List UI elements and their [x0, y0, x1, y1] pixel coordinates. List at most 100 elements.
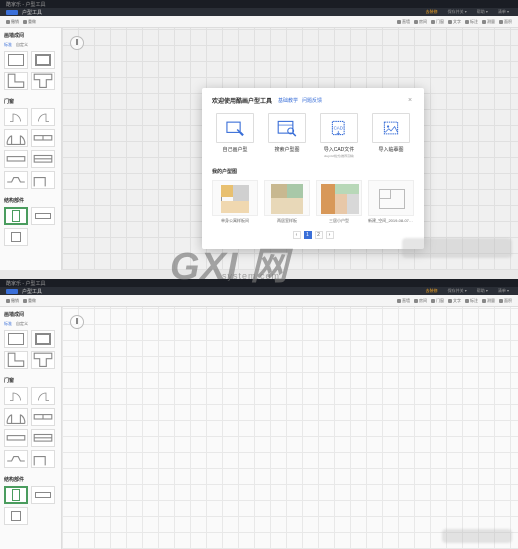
shape-rect-thick[interactable] — [31, 51, 55, 69]
wall-tool[interactable]: 直墙 — [397, 298, 410, 304]
text-icon — [448, 299, 452, 303]
text-tool[interactable]: 文字 — [448, 298, 461, 304]
modal-link-feedback[interactable]: 问题反馈 — [302, 97, 322, 104]
option-label: 自己画户型 — [222, 146, 247, 153]
door-tool[interactable]: 门窗 — [431, 298, 444, 304]
sidebar-tab-custom[interactable]: 自定义 — [16, 321, 28, 327]
door-swing-2[interactable] — [31, 387, 55, 405]
option-import-trace[interactable]: 导入临摹图 — [368, 113, 414, 158]
recent-label: 三居小户型 — [316, 218, 362, 224]
recent-item[interactable]: 新建_空间_2019-08-07 10:53 — [368, 180, 414, 224]
pager-page-2[interactable]: 2 — [315, 231, 323, 239]
help-button[interactable]: 帮助 ▾ — [474, 8, 491, 16]
list-button[interactable]: 清单 ▾ — [495, 8, 512, 16]
wall-tool[interactable]: 直墙 — [397, 19, 410, 25]
struct-flue[interactable] — [4, 507, 28, 525]
modal-link-tutorial[interactable]: 基础教学 — [278, 97, 298, 104]
save-button[interactable]: 保存并关 ▾ — [445, 287, 470, 295]
door-swing-1[interactable] — [4, 387, 28, 405]
window-corner[interactable] — [31, 450, 55, 468]
recent-item[interactable]: 两居室样板 — [264, 180, 310, 224]
option-draw-self[interactable]: 自己画户型 — [212, 113, 258, 158]
door-sliding[interactable] — [31, 408, 55, 426]
list-button[interactable]: 清单 ▾ — [495, 287, 512, 295]
welcome-modal: 欢迎使用酷画户型工具 基础教学 问题反馈 × 自己画户型 搜索户型图 — [202, 88, 424, 249]
recent-label: 两居室样板 — [264, 218, 310, 224]
shape-T[interactable] — [31, 72, 55, 90]
door-double[interactable] — [4, 408, 28, 426]
save-button[interactable]: 保存并关 ▾ — [445, 8, 470, 16]
struct-column[interactable] — [4, 207, 28, 225]
os-title-bar: 酷家乐 - 户型工具 — [0, 0, 518, 8]
door-swing-2[interactable] — [31, 108, 55, 126]
option-search[interactable]: 搜索户型图 — [264, 113, 310, 158]
undo-icon — [6, 299, 10, 303]
modal-title: 欢迎使用酷画户型工具 — [212, 96, 272, 105]
struct-beam[interactable] — [31, 486, 55, 504]
sidebar-sec-doors: 门窗 — [4, 98, 57, 105]
room-tool[interactable]: 房间 — [414, 298, 427, 304]
area-tool[interactable]: 面积 — [499, 298, 512, 304]
ruler-tool[interactable]: 测量 — [482, 19, 495, 25]
struct-beam[interactable] — [31, 207, 55, 225]
door-swing-1[interactable] — [4, 108, 28, 126]
recent-title: 我的户型图 — [212, 168, 414, 175]
canvas[interactable]: 欢迎使用酷画户型工具 基础教学 问题反馈 × 自己画户型 搜索户型图 — [62, 28, 518, 270]
window-1[interactable] — [4, 150, 28, 168]
redo-button[interactable]: 重做 — [23, 19, 36, 25]
sidebar-tab-standard[interactable]: 标准 — [4, 42, 12, 48]
screenshot-top: 酷家乐 - 户型工具 户型工具 去装修 保存并关 ▾ 帮助 ▾ 清单 ▾ 撤销 … — [0, 0, 518, 270]
option-import-cad[interactable]: CAD 导入CAD文件 dwg/dxf格式(推荐高精) — [316, 113, 362, 158]
text-tool[interactable]: 文字 — [448, 19, 461, 25]
door-tool[interactable]: 门窗 — [431, 19, 444, 25]
window-2[interactable] — [31, 429, 55, 447]
pager-prev[interactable]: ‹ — [293, 231, 301, 239]
struct-flue[interactable] — [4, 228, 28, 246]
redo-icon — [23, 20, 27, 24]
window-bay[interactable] — [4, 450, 28, 468]
window-1[interactable] — [4, 429, 28, 447]
redo-button[interactable]: 重做 — [23, 298, 36, 304]
ruler-icon — [482, 299, 486, 303]
shape-L[interactable] — [4, 72, 28, 90]
area-tool[interactable]: 面积 — [499, 19, 512, 25]
door-double[interactable] — [4, 129, 28, 147]
shape-L[interactable] — [4, 351, 28, 369]
recent-item[interactable]: 单身公寓样板间 — [212, 180, 258, 224]
pager-next[interactable]: › — [326, 231, 334, 239]
measure-tool[interactable]: 标注 — [465, 298, 478, 304]
close-icon[interactable]: × — [406, 97, 414, 105]
window-corner[interactable] — [31, 171, 55, 189]
recent-item[interactable]: 三居小户型 — [316, 180, 362, 224]
measure-tool[interactable]: 标注 — [465, 19, 478, 25]
door-icon — [431, 20, 435, 24]
ruler-tool[interactable]: 测量 — [482, 298, 495, 304]
compass-icon[interactable] — [70, 315, 84, 329]
canvas[interactable] — [62, 307, 518, 549]
sidebar-tab-custom[interactable]: 自定义 — [16, 42, 28, 48]
shape-T[interactable] — [31, 351, 55, 369]
pager-page-1[interactable]: 1 — [304, 231, 312, 239]
shape-rect-thin[interactable] — [4, 330, 28, 348]
window-title: 酷家乐 - 户型工具 — [6, 280, 45, 287]
sidebar-sec-struct: 结构部件 — [4, 197, 57, 204]
room-tool[interactable]: 房间 — [414, 19, 427, 25]
decorate-button[interactable]: 去装修 — [423, 8, 441, 16]
door-sliding[interactable] — [31, 129, 55, 147]
shape-rect-thin[interactable] — [4, 51, 28, 69]
struct-column[interactable] — [4, 486, 28, 504]
sidebar-sec-walls: 画墙成间 — [4, 311, 57, 318]
compass-icon[interactable] — [70, 36, 84, 50]
shape-rect-thick[interactable] — [31, 330, 55, 348]
undo-button[interactable]: 撤销 — [6, 19, 19, 25]
logo-icon — [6, 10, 18, 15]
undo-button[interactable]: 撤销 — [6, 298, 19, 304]
help-button[interactable]: 帮助 ▾ — [474, 287, 491, 295]
sidebar-tab-standard[interactable]: 标准 — [4, 321, 12, 327]
blurred-region — [402, 238, 512, 258]
app-title: 户型工具 — [22, 9, 42, 16]
sidebar: 画墙成间 标准 自定义 门窗 — [0, 28, 62, 270]
window-2[interactable] — [31, 150, 55, 168]
decorate-button[interactable]: 去装修 — [423, 287, 441, 295]
window-bay[interactable] — [4, 171, 28, 189]
